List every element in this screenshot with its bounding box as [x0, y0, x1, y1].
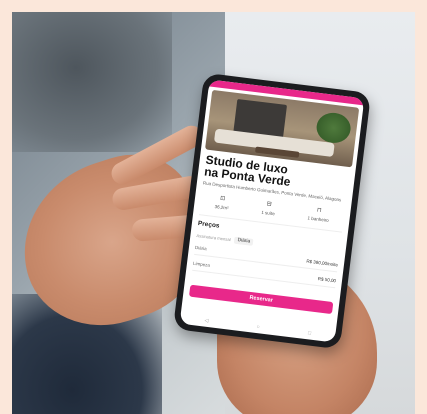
home-icon[interactable]: ○: [256, 324, 260, 330]
phone-screen: Studio de luxo na Ponta Verde Rua Despor…: [179, 79, 365, 343]
hero-plant: [314, 110, 353, 145]
feature-bedrooms-label: 1 suíte: [261, 209, 276, 217]
feature-area: ⊡ 36,2m²: [214, 195, 230, 211]
price-row-value: R$ 50,00: [317, 276, 337, 284]
reserve-button[interactable]: Reservar: [188, 284, 334, 315]
back-icon[interactable]: ◁: [204, 318, 209, 324]
bed-icon: ⊟: [266, 201, 272, 208]
tab-monthly[interactable]: Assinatura mensal: [196, 233, 231, 242]
bath-icon: ⊓: [316, 207, 322, 215]
feature-bathrooms-label: 1 banheiro: [307, 215, 330, 223]
price-row-label: Diária: [194, 244, 207, 252]
price-row-value: R$ 390,00/noite: [306, 258, 339, 268]
recent-apps-icon[interactable]: □: [308, 330, 312, 336]
smartphone: Studio de luxo na Ponta Verde Rua Despor…: [172, 72, 372, 350]
feature-bedrooms: ⊟ 1 suíte: [261, 201, 276, 217]
photo-scene: Studio de luxo na Ponta Verde Rua Despor…: [12, 12, 415, 414]
tab-daily[interactable]: Diária: [234, 236, 254, 246]
background-shadow: [12, 12, 172, 152]
area-icon: ⊡: [219, 195, 226, 203]
feature-bathrooms: ⊓ 1 banheiro: [307, 206, 330, 222]
feature-area-label: 36,2m²: [214, 203, 229, 211]
price-row-label: Limpeza: [192, 260, 211, 268]
